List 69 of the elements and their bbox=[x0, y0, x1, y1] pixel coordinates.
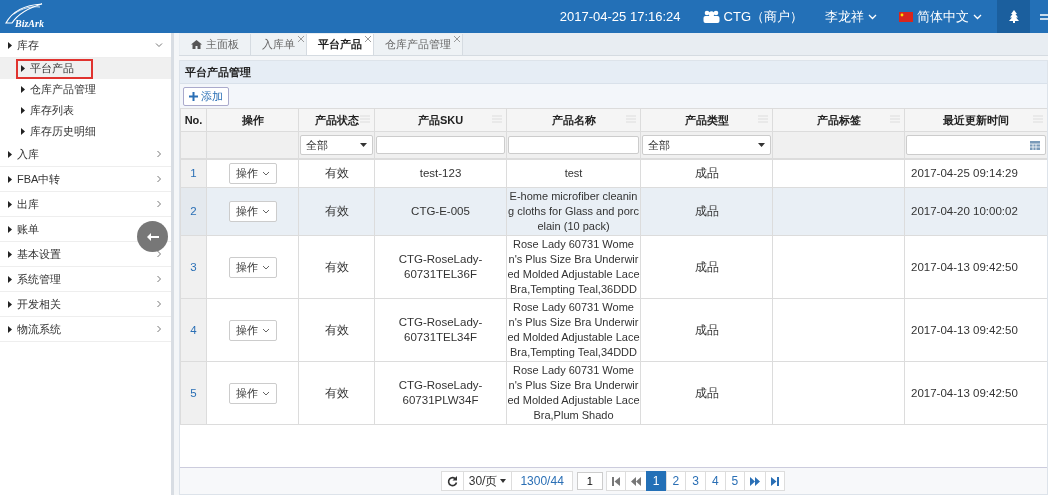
table-cell: 有效 bbox=[298, 361, 375, 425]
sidebar-item[interactable]: 入库 bbox=[0, 142, 171, 167]
column-header: 产品类型 bbox=[640, 108, 773, 132]
table-cell: CTG-RoseLady-60731TEL36F bbox=[374, 235, 507, 299]
sidebar-item[interactable]: 物流系统 bbox=[0, 317, 171, 342]
column-header: 操作 bbox=[206, 108, 299, 132]
table-cell: CTG-RoseLady-60731TEL34F bbox=[374, 298, 507, 362]
action-dropdown[interactable]: 操作 bbox=[228, 201, 277, 222]
user-menu[interactable]: 李龙祥 bbox=[814, 0, 888, 33]
table-cell: Rose Lady 60731 Women's Plus Size Bra Underwired Molded Adjustable Lace Bra,Plum Shado bbox=[506, 361, 641, 425]
action-dropdown[interactable]: 操作 bbox=[228, 319, 277, 341]
tab[interactable]: 主面板 bbox=[180, 34, 251, 55]
table-cell: CTG-RoseLady-60731PLW34F bbox=[374, 361, 507, 425]
column-header: No. bbox=[180, 108, 207, 132]
table-cell: 2017-04-25 09:14:29 bbox=[904, 159, 1047, 188]
tab[interactable]: 入库单 bbox=[251, 34, 307, 55]
sidebar-item[interactable]: FBA中转 bbox=[0, 167, 171, 192]
table-cell: test bbox=[506, 159, 641, 188]
column-header: 产品SKU bbox=[374, 108, 507, 132]
account-menu[interactable]: CTG（商户） bbox=[691, 0, 814, 33]
record-count: 1300/44 bbox=[511, 471, 573, 491]
table-cell: test-123 bbox=[374, 159, 507, 188]
page-input[interactable]: 1 bbox=[576, 472, 603, 490]
tab[interactable]: 平台产品 bbox=[307, 34, 374, 55]
date-time: 2017-04-25 17:16:24 bbox=[558, 8, 682, 26]
table-cell: 成品 bbox=[640, 235, 773, 299]
table-cell: 成品 bbox=[640, 298, 773, 362]
sidebar-item[interactable]: 出库 bbox=[0, 192, 171, 217]
submenu-item[interactable]: 仓库产品管理 bbox=[16, 79, 104, 100]
column-header: 产品状态 bbox=[298, 108, 375, 132]
sidebar-item[interactable]: 开发相关 bbox=[0, 292, 171, 317]
page-button[interactable]: 4 bbox=[704, 471, 726, 491]
table-cell: Rose Lady 60731 Women's Plus Size Bra Underwired Molded Adjustable Lace Bra,Tempting Teal,36DDD bbox=[506, 235, 641, 299]
tab[interactable]: 仓库产品管理 bbox=[374, 34, 463, 55]
row-number: 2 bbox=[180, 187, 207, 236]
table-cell: 成品 bbox=[640, 361, 773, 425]
sidebar-item[interactable]: 系统管理 bbox=[0, 267, 171, 292]
submenu-item[interactable]: 库存历史明细 bbox=[16, 121, 104, 142]
row-number: 1 bbox=[180, 159, 207, 188]
table-cell: 2017-04-20 10:00:02 bbox=[904, 187, 1047, 236]
table-cell: Rose Lady 60731 Women's Plus Size Bra Underwired Molded Adjustable Lace Bra,Tempting Teal,34DDD bbox=[506, 298, 641, 362]
table-cell: 有效 bbox=[298, 298, 375, 362]
logo-text: BizArk bbox=[15, 18, 44, 29]
table-cell: 有效 bbox=[298, 235, 375, 299]
column-header: 最近更新时间 bbox=[904, 108, 1047, 132]
filter-dropdown[interactable]: 全部 bbox=[300, 135, 373, 155]
panel-title: 平台产品管理 bbox=[185, 64, 251, 80]
page-button[interactable]: 1 bbox=[645, 471, 667, 491]
column-header: 产品标签 bbox=[772, 108, 905, 132]
filter-dropdown[interactable]: 全部 bbox=[642, 135, 771, 155]
column-header: 产品名称 bbox=[506, 108, 641, 132]
submenu-item[interactable]: 库存列表 bbox=[16, 100, 82, 121]
row-number: 5 bbox=[180, 361, 207, 425]
action-dropdown[interactable]: 操作 bbox=[228, 163, 277, 184]
submenu-item[interactable]: 平台产品 bbox=[16, 58, 93, 79]
table-cell: 成品 bbox=[640, 159, 773, 188]
page-button[interactable]: 3 bbox=[685, 471, 706, 491]
row-number: 4 bbox=[180, 298, 207, 362]
table-cell: 有效 bbox=[298, 159, 375, 188]
table-cell: CTG-E-005 bbox=[374, 187, 507, 236]
page-size-dropdown[interactable]: 30/页 bbox=[462, 471, 513, 491]
table-cell: 有效 bbox=[298, 187, 375, 236]
table-cell: E-home microfiber cleaning cloths for Glass and porcelain (10 pack) bbox=[506, 187, 641, 236]
language-menu[interactable]: 简体中文 bbox=[888, 0, 993, 33]
row-number: 3 bbox=[180, 235, 207, 299]
action-dropdown[interactable]: 操作 bbox=[228, 256, 277, 278]
action-dropdown[interactable]: 操作 bbox=[228, 382, 277, 404]
table-cell: 成品 bbox=[640, 187, 773, 236]
add-button[interactable]: 添加 bbox=[183, 86, 229, 106]
